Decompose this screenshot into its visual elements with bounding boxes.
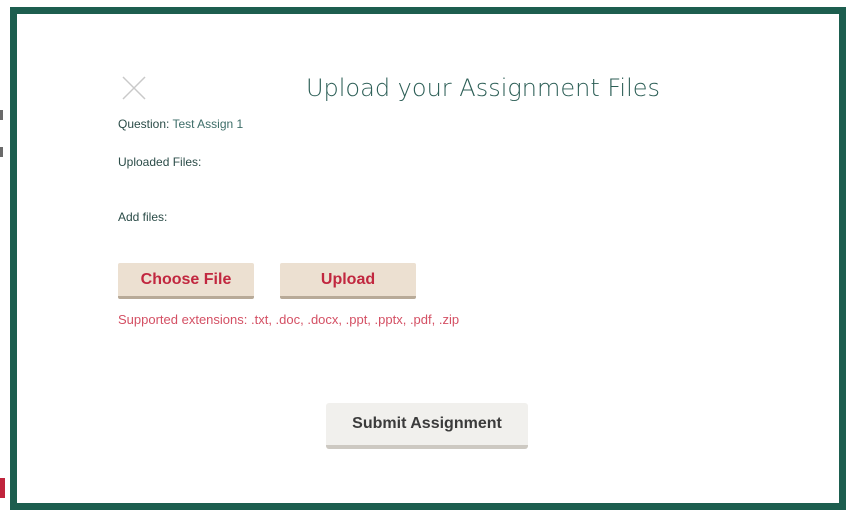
- upload-button[interactable]: Upload: [280, 263, 416, 299]
- background-page-fragment: [0, 147, 3, 157]
- add-files-label: Add files:: [118, 210, 168, 224]
- uploaded-files-label: Uploaded Files:: [118, 155, 202, 169]
- background-page-fragment: [0, 110, 3, 120]
- page: Upload your Assignment Files Question: T…: [0, 0, 847, 514]
- choose-file-button[interactable]: Choose File: [118, 263, 254, 299]
- modal-title: Upload your Assignment Files: [305, 74, 661, 102]
- background-page-fragment: [0, 478, 5, 498]
- submit-assignment-button[interactable]: Submit Assignment: [326, 403, 528, 449]
- question-label: Question:: [118, 117, 170, 131]
- upload-modal: Upload your Assignment Files Question: T…: [10, 7, 846, 510]
- question-value: Test Assign 1: [172, 117, 244, 131]
- supported-extensions-note: Supported extensions: .txt, .doc, .docx,…: [118, 312, 460, 327]
- question-row: Question: Test Assign 1: [118, 117, 243, 131]
